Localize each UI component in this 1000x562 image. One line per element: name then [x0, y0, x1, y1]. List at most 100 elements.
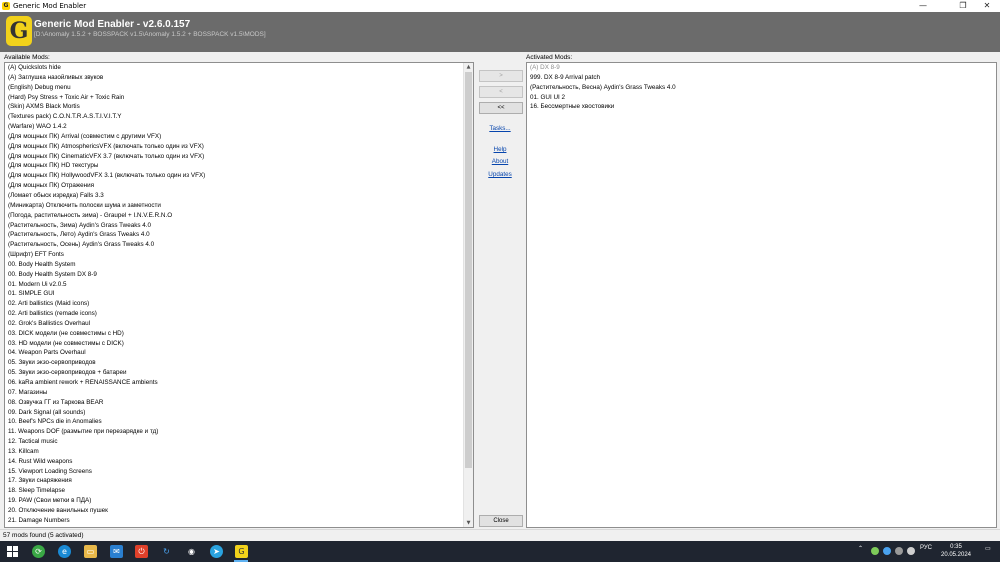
- activated-mods-list[interactable]: (A) DX 8-9 999. DX 8-9 Arrival patch (Раст…: [526, 62, 997, 528]
- list-item[interactable]: (Растительность, Лето) Aydin's Grass Twe…: [5, 230, 463, 240]
- network-icon[interactable]: [895, 547, 903, 555]
- list-item[interactable]: (Для мощных ПК) CinematicVFX 3.7 (включа…: [5, 152, 463, 162]
- window-title: Generic Mod Enabler: [13, 2, 87, 10]
- taskbar: ⟳ e ▭ ✉ ⏻ ↻ ◉ ➤ G ⌃ РУС 0:35 20.05.2024 …: [0, 541, 1000, 562]
- list-item[interactable]: 03. HD модели (не совместимы с DICK): [5, 339, 463, 349]
- list-item[interactable]: (A) Quickslots hide: [5, 63, 463, 73]
- list-item[interactable]: (Для мощных ПК) Arrival (совместим с дру…: [5, 132, 463, 142]
- power-app-icon[interactable]: ⏻: [135, 545, 148, 558]
- deactivate-button[interactable]: <: [479, 86, 523, 98]
- list-item[interactable]: (Растительность, Осень) Aydin's Grass Tw…: [5, 240, 463, 250]
- windows-start-icon[interactable]: [6, 545, 19, 558]
- list-item[interactable]: 15. Viewport Loading Screens: [5, 467, 463, 477]
- list-item[interactable]: 999. DX 8-9 Arrival patch: [527, 73, 996, 83]
- list-item[interactable]: 18. Sleep Timelapse: [5, 486, 463, 496]
- list-item[interactable]: 06. kaRa ambient rework + RENAISSANCE am…: [5, 378, 463, 388]
- activated-mods-items: (A) DX 8-9 999. DX 8-9 Arrival patch (Раст…: [527, 63, 996, 527]
- list-item[interactable]: (Textures pack) C.O.N.T.R.A.S.T.I.V.I.T.…: [5, 112, 463, 122]
- list-item[interactable]: (Шрифт) EFT Fonts: [5, 250, 463, 260]
- tray-chevron-icon[interactable]: ⌃: [858, 545, 863, 552]
- available-mods-label: Available Mods:: [4, 54, 50, 61]
- minimize-button[interactable]: —: [910, 0, 936, 12]
- list-item[interactable]: 01. GUI UI 2: [527, 93, 996, 103]
- list-item[interactable]: (Для мощных ПК) HD текстуры: [5, 161, 463, 171]
- edge-browser-icon[interactable]: e: [58, 545, 71, 558]
- telegram-icon[interactable]: ➤: [210, 545, 223, 558]
- list-item[interactable]: 01. SIMPLE GUI: [5, 289, 463, 299]
- scroll-thumb[interactable]: [465, 72, 472, 468]
- list-item[interactable]: 03. DICK модели (не совместимы с HD): [5, 329, 463, 339]
- list-item[interactable]: 13. Killcam: [5, 447, 463, 457]
- app-launcher-icon[interactable]: ⟳: [32, 545, 45, 558]
- updates-link[interactable]: Updates: [479, 171, 521, 178]
- list-item[interactable]: 09. Dark Signal (all sounds): [5, 408, 463, 418]
- notifications-icon[interactable]: ▭: [985, 545, 991, 552]
- file-explorer-icon[interactable]: ▭: [84, 545, 97, 558]
- tray-cloud-icon[interactable]: [883, 547, 891, 555]
- list-item[interactable]: 05. Звуки экзо-сервоприводов + батареи: [5, 368, 463, 378]
- steam-icon[interactable]: ◉: [185, 545, 198, 558]
- list-item[interactable]: (Skin) AXMS Black Mortis: [5, 102, 463, 112]
- tasks-link[interactable]: Tasks...: [479, 125, 521, 132]
- maximize-button[interactable]: ❐: [950, 0, 976, 12]
- list-item[interactable]: (A) DX 8-9: [527, 63, 996, 73]
- available-mods-items: (A) Quickslots hide (A) Заглушка назойлив…: [5, 63, 463, 527]
- list-item[interactable]: (Погода, растительность зима) - Graupel …: [5, 211, 463, 221]
- mail-icon[interactable]: ✉: [110, 545, 123, 558]
- app-title: Generic Mod Enabler - v2.6.0.157: [34, 19, 191, 30]
- list-item[interactable]: 00. Body Health System: [5, 260, 463, 270]
- activate-button[interactable]: >: [479, 70, 523, 82]
- scroll-down-icon[interactable]: ▼: [464, 519, 473, 527]
- list-item[interactable]: 02. Grok's Ballistics Overhaul: [5, 319, 463, 329]
- list-item[interactable]: 12. Tactical music: [5, 437, 463, 447]
- list-item[interactable]: (Растительность, Зима) Aydin's Grass Twe…: [5, 221, 463, 231]
- list-item[interactable]: 19. PAW (Свои метки в ПДА): [5, 496, 463, 506]
- list-item[interactable]: (English) Debug menu: [5, 83, 463, 93]
- list-item[interactable]: 08. Озвучка ГГ из Таркова BEAR: [5, 398, 463, 408]
- list-item[interactable]: 21. Damage Numbers: [5, 516, 463, 526]
- list-item[interactable]: 20. Отключение ванильных пушек: [5, 506, 463, 516]
- list-item[interactable]: (Растительность, Весна) Aydin's Grass Tw…: [527, 83, 996, 93]
- sync-icon[interactable]: ↻: [160, 545, 173, 558]
- tray-app-icon[interactable]: [871, 547, 879, 555]
- list-item[interactable]: 14. Rust Wild weapons: [5, 457, 463, 467]
- list-item[interactable]: (Ломает обыск изредка) Falls 3.3: [5, 191, 463, 201]
- app-icon: G: [2, 2, 10, 10]
- list-item[interactable]: 01. Modern Ui v2.0.5: [5, 280, 463, 290]
- help-link[interactable]: Help: [479, 146, 521, 153]
- list-item[interactable]: 02. Arti ballistics (remade icons): [5, 309, 463, 319]
- activated-mods-label: Activated Mods:: [526, 54, 573, 61]
- list-item[interactable]: 10. Beef's NPCs die in Anomalies: [5, 417, 463, 427]
- list-item[interactable]: 11. Weapons DOF (размытие при перезарядк…: [5, 427, 463, 437]
- gme-logo-icon: G: [6, 16, 32, 46]
- volume-icon[interactable]: [907, 547, 915, 555]
- list-item[interactable]: (Для мощных ПК) HollywoodVFX 3.1 (включа…: [5, 171, 463, 181]
- list-item[interactable]: (Для мощных ПК) Отражения: [5, 181, 463, 191]
- system-clock[interactable]: 0:35 20.05.2024: [936, 543, 976, 559]
- mods-path: [D:\Anomaly 1.5.2 + BOSSPACK v1.5\Anomal…: [34, 31, 266, 38]
- deactivate-all-button[interactable]: <<: [479, 102, 523, 114]
- close-button[interactable]: Close: [479, 515, 523, 527]
- clock-time: 0:35: [950, 544, 962, 550]
- list-item[interactable]: (Warfare) WAO 1.4.2: [5, 122, 463, 132]
- list-item[interactable]: (Hard) Psy Stress + Toxic Air + Toxic Ra…: [5, 93, 463, 103]
- available-scrollbar[interactable]: ▲ ▼: [463, 63, 473, 527]
- gme-taskbar-icon[interactable]: G: [235, 545, 248, 558]
- scroll-up-icon[interactable]: ▲: [464, 63, 473, 71]
- list-item[interactable]: 00. Body Health System DX 8-9: [5, 270, 463, 280]
- language-indicator[interactable]: РУС: [920, 545, 932, 551]
- list-item[interactable]: 17. Звуки снаряжения: [5, 476, 463, 486]
- list-item[interactable]: 04. Weapon Parts Overhaul: [5, 348, 463, 358]
- list-item[interactable]: 05. Звуки экзо-сервоприводов: [5, 358, 463, 368]
- list-item[interactable]: 16. Бессмертные хвостовики: [527, 102, 996, 112]
- about-link[interactable]: About: [479, 158, 521, 165]
- list-item[interactable]: (A) Заглушка назойливых звуков: [5, 73, 463, 83]
- available-mods-list[interactable]: (A) Quickslots hide (A) Заглушка назойлив…: [4, 62, 474, 528]
- list-item[interactable]: (Миникарта) Отключить полоски шума и зам…: [5, 201, 463, 211]
- list-item[interactable]: (Для мощных ПК) AtmosphericsVFX (включат…: [5, 142, 463, 152]
- clock-date: 20.05.2024: [940, 552, 972, 558]
- list-item[interactable]: 07. Магазины: [5, 388, 463, 398]
- close-window-button[interactable]: ✕: [974, 0, 1000, 12]
- list-item[interactable]: 02. Arti ballistics (Maid icons): [5, 299, 463, 309]
- status-text: 57 mods found (5 activated): [3, 532, 84, 539]
